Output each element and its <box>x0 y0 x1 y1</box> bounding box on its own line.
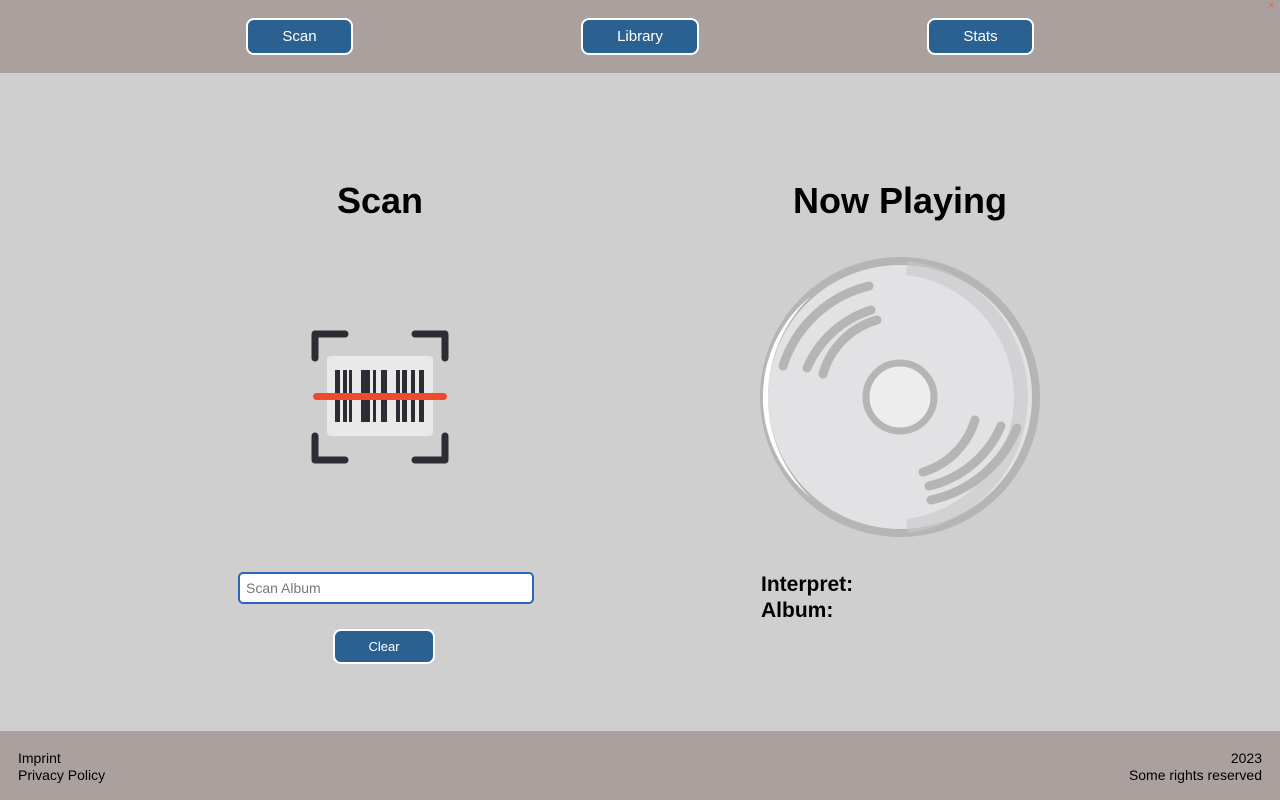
page-footer: Imprint Privacy Policy 2023 Some rights … <box>0 731 1280 800</box>
footer-links: Imprint Privacy Policy <box>18 750 105 784</box>
now-playing-title: Now Playing <box>792 180 1008 221</box>
nav-library-button[interactable]: Library <box>581 18 699 55</box>
corner-indicator-icon: ✕ <box>1267 0 1275 10</box>
barcode-scanner-icon <box>311 328 449 471</box>
imprint-link[interactable]: Imprint <box>18 750 105 767</box>
interpret-label: Interpret: <box>761 573 854 596</box>
scan-album-input[interactable] <box>238 572 534 604</box>
nav-scan-button[interactable]: Scan <box>246 18 353 55</box>
clear-button[interactable]: Clear <box>333 629 435 664</box>
scan-title: Scan <box>336 180 424 221</box>
disc-icon <box>759 256 1041 543</box>
footer-copyright: 2023 Some rights reserved <box>1129 750 1262 784</box>
top-navigation-bar: Scan Library Stats ✕ <box>0 0 1280 73</box>
footer-rights: Some rights reserved <box>1128 767 1262 783</box>
footer-year: 2023 <box>1230 750 1262 766</box>
nav-stats-button[interactable]: Stats <box>927 18 1034 55</box>
privacy-policy-link[interactable]: Privacy Policy <box>18 767 105 784</box>
album-label: Album: <box>761 599 834 622</box>
